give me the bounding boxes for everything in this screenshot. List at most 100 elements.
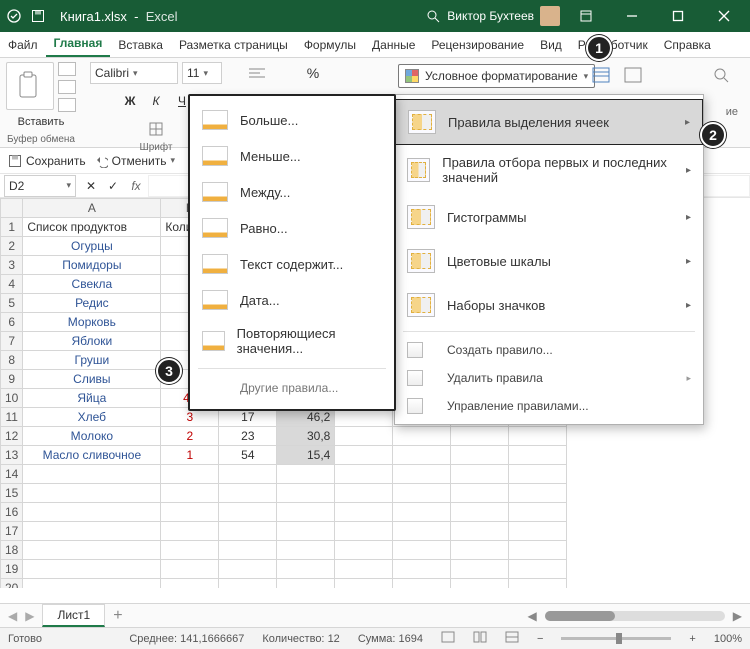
data-bars-item[interactable]: Гистограммы▸ [395, 195, 703, 239]
sheet-nav-prev-icon[interactable]: ◀ [8, 609, 17, 623]
cell[interactable] [509, 465, 567, 484]
tab-Данные[interactable]: Данные [364, 34, 423, 57]
cell[interactable] [393, 503, 451, 522]
row-header[interactable]: 18 [1, 541, 23, 560]
cell-styles-icon[interactable] [622, 64, 644, 86]
icon-sets-item[interactable]: Наборы значков▸ [395, 283, 703, 327]
cell[interactable] [509, 541, 567, 560]
row-header[interactable]: 16 [1, 503, 23, 522]
cell[interactable] [277, 465, 335, 484]
tab-Вид[interactable]: Вид [532, 34, 570, 57]
percent-icon[interactable]: % [302, 62, 324, 84]
undo-button[interactable]: Отменить▾ [94, 154, 175, 168]
row-header[interactable]: 12 [1, 427, 23, 446]
color-scales-item[interactable]: Цветовые шкалы▸ [395, 239, 703, 283]
cell[interactable] [451, 522, 509, 541]
cell[interactable] [451, 503, 509, 522]
rule-item-0[interactable]: Больше... [190, 102, 394, 138]
zoom-level[interactable]: 100% [714, 633, 742, 645]
row-header[interactable]: 3 [1, 256, 23, 275]
cell[interactable] [451, 579, 509, 589]
cell[interactable] [219, 560, 277, 579]
paste-button[interactable] [6, 62, 54, 110]
tab-Формулы[interactable]: Формулы [296, 34, 364, 57]
cell[interactable] [219, 465, 277, 484]
cell[interactable] [23, 560, 161, 579]
row-header[interactable]: 7 [1, 332, 23, 351]
cell[interactable] [219, 522, 277, 541]
fx-icon[interactable]: fx [124, 179, 148, 193]
cell[interactable]: Огурцы [23, 237, 161, 256]
zoom-out-button[interactable]: − [537, 633, 543, 645]
view-normal-icon[interactable] [441, 631, 455, 646]
cell[interactable] [509, 560, 567, 579]
cell[interactable] [335, 503, 393, 522]
cell[interactable] [277, 560, 335, 579]
cell[interactable] [335, 560, 393, 579]
cell[interactable] [335, 541, 393, 560]
font-name-combo[interactable]: Calibri▾ [90, 62, 178, 84]
avatar[interactable] [540, 6, 560, 26]
cell[interactable]: Молоко [23, 427, 161, 446]
tab-Файл[interactable]: Файл [0, 34, 46, 57]
cell[interactable] [161, 560, 219, 579]
maximize-button[interactable] [658, 2, 698, 30]
cell[interactable] [335, 465, 393, 484]
cell[interactable] [23, 522, 161, 541]
other-rules-item[interactable]: Другие правила... [190, 373, 394, 403]
cell[interactable] [509, 503, 567, 522]
manage-rules-item[interactable]: Управление правилами... [395, 392, 703, 420]
row-header[interactable]: 10 [1, 389, 23, 408]
cell[interactable]: Масло сливочное [23, 446, 161, 465]
find-icon[interactable] [710, 64, 732, 86]
cell[interactable] [219, 484, 277, 503]
cell[interactable]: Яблоки [23, 332, 161, 351]
cell[interactable] [451, 484, 509, 503]
cell[interactable] [161, 484, 219, 503]
save-icon[interactable] [30, 8, 46, 24]
cell[interactable] [393, 579, 451, 589]
view-pagebreak-icon[interactable] [505, 631, 519, 646]
rule-item-2[interactable]: Между... [190, 174, 394, 210]
cell[interactable]: Редис [23, 294, 161, 313]
row-header[interactable]: 9 [1, 370, 23, 389]
cell[interactable]: 1 [161, 446, 219, 465]
highlight-cells-rules-item[interactable]: Правила выделения ячеек▸ [395, 99, 703, 145]
cell[interactable]: Груши [23, 351, 161, 370]
rule-item-3[interactable]: Равно... [190, 210, 394, 246]
cell[interactable] [451, 446, 509, 465]
sheet-nav-next-icon[interactable]: ▶ [25, 609, 34, 623]
cell[interactable] [23, 541, 161, 560]
cell[interactable] [335, 484, 393, 503]
save-button[interactable]: Сохранить [8, 154, 86, 168]
cell[interactable] [451, 427, 509, 446]
row-header[interactable]: 14 [1, 465, 23, 484]
rule-item-6[interactable]: Повторяющиеся значения... [190, 318, 394, 364]
cancel-fx-icon[interactable]: ✕ [80, 175, 102, 197]
italic-button[interactable]: К [145, 90, 167, 112]
cell[interactable] [393, 465, 451, 484]
autosave-icon[interactable] [6, 8, 22, 24]
cell[interactable] [219, 579, 277, 589]
enter-fx-icon[interactable]: ✓ [102, 175, 124, 197]
cell[interactable] [277, 522, 335, 541]
cell[interactable] [23, 465, 161, 484]
horizontal-scrollbar[interactable] [545, 611, 725, 621]
cell[interactable] [509, 427, 567, 446]
user-name[interactable]: Виктор Бухтеев [447, 9, 534, 23]
cell[interactable] [393, 427, 451, 446]
cell[interactable] [335, 446, 393, 465]
format-painter-icon[interactable] [58, 98, 76, 112]
row-header[interactable]: 13 [1, 446, 23, 465]
cell[interactable] [23, 579, 161, 589]
bold-button[interactable]: Ж [119, 90, 141, 112]
copy-icon[interactable] [58, 80, 76, 94]
hscroll-left-icon[interactable]: ◀ [528, 609, 537, 623]
cell[interactable]: 30,8 [277, 427, 335, 446]
view-layout-icon[interactable] [473, 631, 487, 646]
zoom-slider[interactable] [561, 637, 671, 640]
cell[interactable]: Яйца [23, 389, 161, 408]
tab-Главная[interactable]: Главная [46, 32, 111, 57]
row-header[interactable]: 4 [1, 275, 23, 294]
cell[interactable]: 2 [161, 427, 219, 446]
